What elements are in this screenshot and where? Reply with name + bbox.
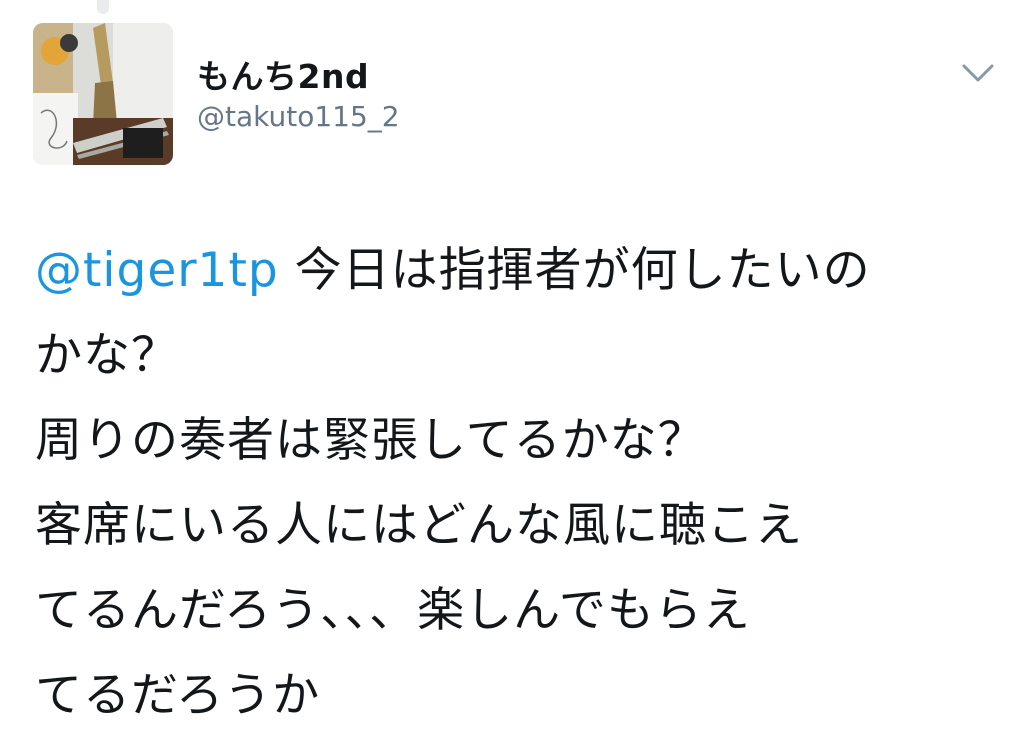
profile-photo-icon (33, 23, 173, 165)
tweet-menu-button[interactable] (958, 58, 998, 88)
tweet-line-4: 客席にいる人にはどんな風に聴こえ (35, 498, 803, 553)
tweet-line-5: てるんだろう、、、楽しんでもらえ (35, 583, 751, 638)
tweet-card: もんち2nd @takuto115_2 @tiger1tp 今日は指揮者が何した… (0, 0, 1024, 735)
tweet-line-2: かな？ (35, 328, 179, 383)
avatar[interactable] (33, 23, 173, 165)
author-handle[interactable]: @takuto115_2 (197, 100, 400, 133)
tweet-line-3: 周りの奏者は緊張してるかな？ (35, 413, 706, 468)
tweet-line-1-text: 今日は指揮者が何したいの (278, 243, 871, 298)
tweet-line-1: @tiger1tp 今日は指揮者が何したいの (35, 228, 995, 313)
chevron-down-icon (962, 64, 994, 82)
mention-link[interactable]: @tiger1tp (35, 243, 279, 298)
tweet-text: @tiger1tp 今日は指揮者が何したいの かな？ 周りの奏者は緊張してるかな… (35, 228, 995, 738)
author-display-name[interactable]: もんち2nd (197, 50, 369, 98)
top-divider-tab (97, 0, 109, 14)
tweet-line-6: てるだろうか (35, 668, 321, 723)
